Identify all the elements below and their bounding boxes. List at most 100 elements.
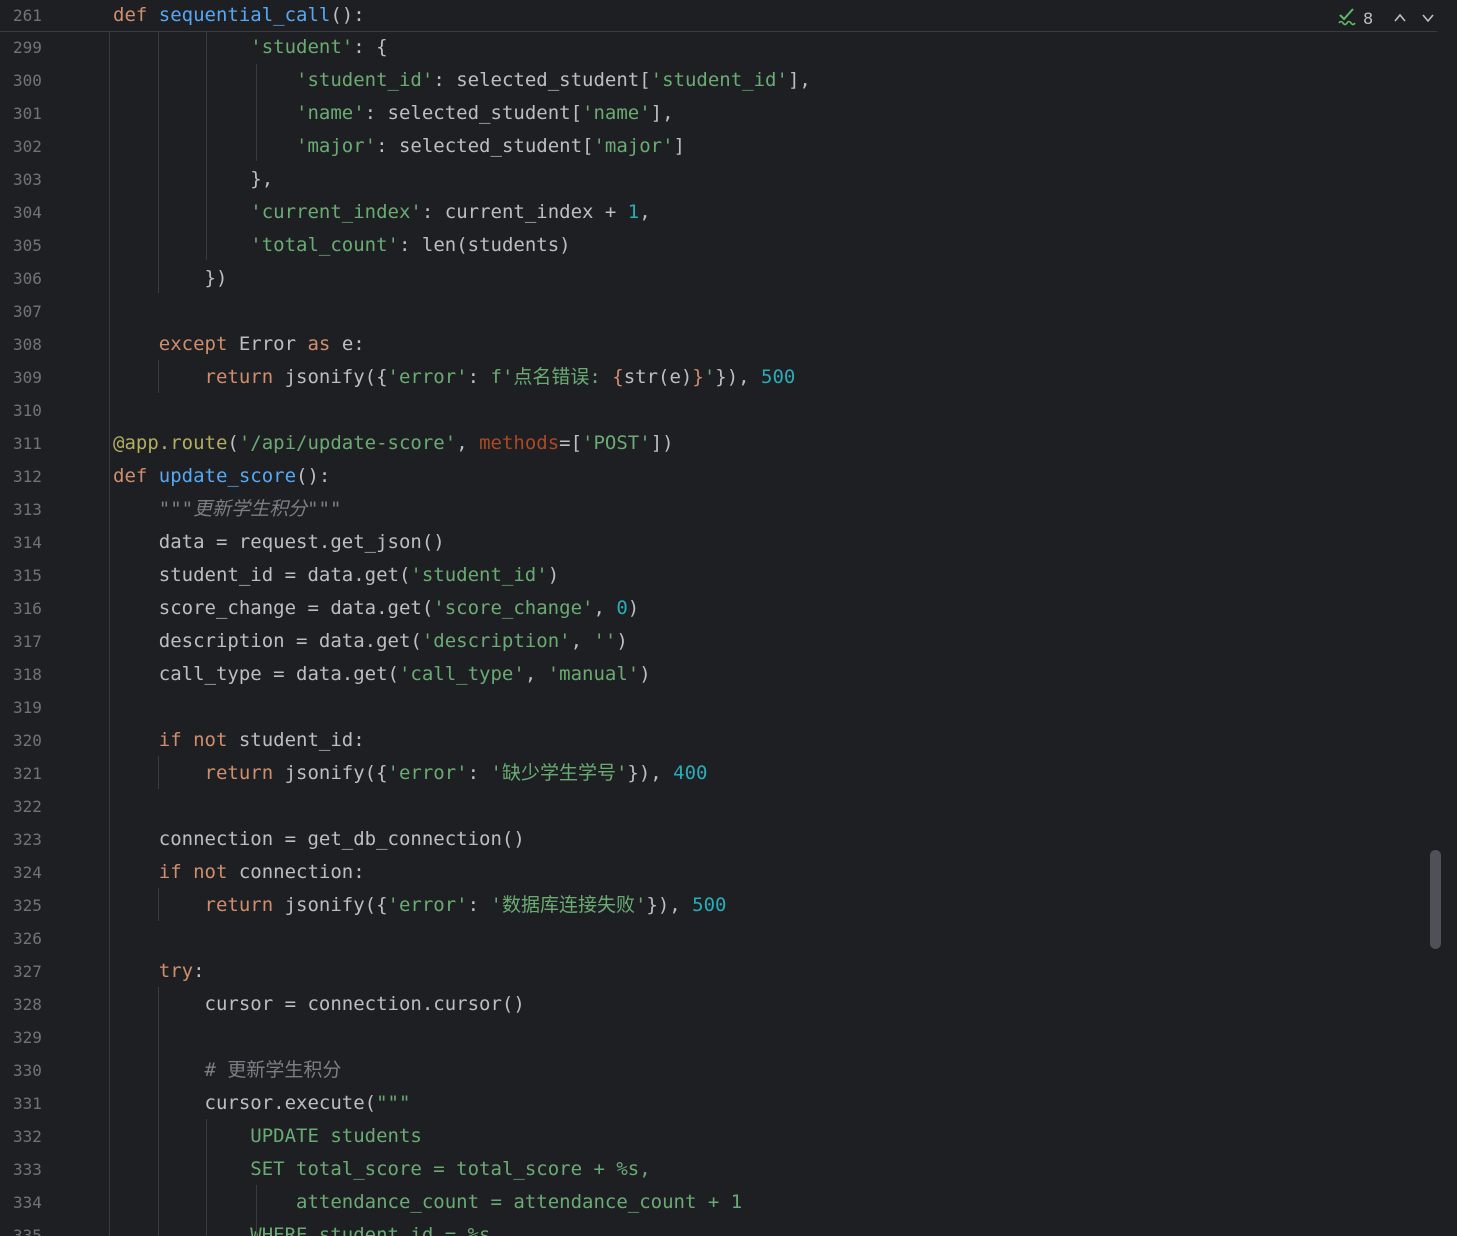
code-token: SET total_score = total_score + %s, bbox=[250, 1158, 651, 1180]
code-editor[interactable]: 299 'student': {300 'student_id': select… bbox=[0, 0, 1457, 1236]
line-number[interactable]: 334 bbox=[13, 1186, 73, 1219]
check-warning-icon[interactable] bbox=[1337, 6, 1357, 30]
line-number[interactable]: 332 bbox=[13, 1120, 73, 1153]
line-number[interactable]: 330 bbox=[13, 1054, 73, 1087]
line-number[interactable]: 331 bbox=[13, 1087, 73, 1120]
sticky-scope-header[interactable]: 261 def sequential_call(): bbox=[0, 0, 1437, 32]
code-line[interactable]: 307 bbox=[0, 295, 1420, 328]
code-line[interactable]: 306 }) bbox=[0, 262, 1420, 295]
code-line[interactable]: 330 # 更新学生积分 bbox=[0, 1054, 1420, 1087]
indent-guide bbox=[158, 987, 159, 1236]
line-number[interactable]: 301 bbox=[13, 97, 73, 130]
code-line[interactable]: 310 bbox=[0, 394, 1420, 427]
line-number[interactable]: 311 bbox=[13, 427, 73, 460]
line-number[interactable]: 324 bbox=[13, 856, 73, 889]
line-number[interactable]: 305 bbox=[13, 229, 73, 262]
code-line[interactable]: 318 call_type = data.get('call_type', 'm… bbox=[0, 658, 1420, 691]
line-number[interactable]: 299 bbox=[13, 31, 73, 64]
code-token: 'error' bbox=[387, 762, 468, 784]
line-number[interactable]: 316 bbox=[13, 592, 73, 625]
code-line[interactable]: 320 if not student_id: bbox=[0, 724, 1420, 757]
line-number[interactable]: 322 bbox=[13, 790, 73, 823]
code-text: UPDATE students bbox=[113, 1120, 422, 1153]
chevron-down-icon bbox=[1422, 14, 1434, 23]
code-line[interactable]: 334 attendance_count = attendance_count … bbox=[0, 1186, 1420, 1219]
next-highlight-button[interactable] bbox=[1417, 7, 1439, 29]
code-line[interactable]: 312 def update_score(): bbox=[0, 460, 1420, 493]
code-line[interactable]: 327 try: bbox=[0, 955, 1420, 988]
code-text: SET total_score = total_score + %s, bbox=[113, 1153, 651, 1186]
code-line[interactable]: 311 @app.route('/api/update-score', metho… bbox=[0, 427, 1420, 460]
line-number[interactable]: 325 bbox=[13, 889, 73, 922]
line-number[interactable]: 300 bbox=[13, 64, 73, 97]
line-number[interactable]: 302 bbox=[13, 130, 73, 163]
vertical-scrollbar-track[interactable] bbox=[1443, 0, 1457, 1236]
code-line[interactable]: 335 WHERE student_id = %s bbox=[0, 1219, 1420, 1236]
line-number[interactable]: 310 bbox=[13, 394, 73, 427]
previous-highlight-button[interactable] bbox=[1389, 7, 1411, 29]
line-number[interactable]: 303 bbox=[13, 163, 73, 196]
code-line[interactable]: 313 """更新学生积分""" bbox=[0, 493, 1420, 526]
line-number[interactable]: 307 bbox=[13, 295, 73, 328]
code-line[interactable]: 300 'student_id': selected_student['stud… bbox=[0, 64, 1420, 97]
code-line[interactable]: 333 SET total_score = total_score + %s, bbox=[0, 1153, 1420, 1186]
code-line[interactable]: 319 bbox=[0, 691, 1420, 724]
code-line[interactable]: 305 'total_count': len(students) bbox=[0, 229, 1420, 262]
line-number[interactable]: 308 bbox=[13, 328, 73, 361]
code-line[interactable]: 321 return jsonify({'error': '缺少学生学号'}),… bbox=[0, 757, 1420, 790]
code-line[interactable]: 324 if not connection: bbox=[0, 856, 1420, 889]
code-line[interactable]: 309 return jsonify({'error': f'点名错误: {st… bbox=[0, 361, 1420, 394]
code-token: : len(students) bbox=[399, 234, 571, 256]
code-line[interactable]: 317 description = data.get('description'… bbox=[0, 625, 1420, 658]
line-number[interactable]: 320 bbox=[13, 724, 73, 757]
line-number[interactable]: 319 bbox=[13, 691, 73, 724]
line-number[interactable]: 323 bbox=[13, 823, 73, 856]
code-text: 'student': { bbox=[113, 31, 387, 64]
line-number[interactable]: 309 bbox=[13, 361, 73, 394]
code-line[interactable]: 299 'student': { bbox=[0, 31, 1420, 64]
code-line[interactable]: 314 data = request.get_json() bbox=[0, 526, 1420, 559]
line-number[interactable]: 321 bbox=[13, 757, 73, 790]
code-line[interactable]: 322 bbox=[0, 790, 1420, 823]
line-number[interactable]: 333 bbox=[13, 1153, 73, 1186]
code-line[interactable]: 332 UPDATE students bbox=[0, 1120, 1420, 1153]
line-number[interactable]: 335 bbox=[13, 1219, 73, 1236]
code-line[interactable]: 303 }, bbox=[0, 163, 1420, 196]
code-line[interactable]: 323 connection = get_db_connection() bbox=[0, 823, 1420, 856]
code-line[interactable]: 329 bbox=[0, 1021, 1420, 1054]
code-line[interactable]: 316 score_change = data.get('score_chang… bbox=[0, 592, 1420, 625]
line-number[interactable]: 313 bbox=[13, 493, 73, 526]
vertical-scrollbar-thumb[interactable] bbox=[1430, 850, 1441, 949]
code-line[interactable]: 328 cursor = connection.cursor() bbox=[0, 988, 1420, 1021]
line-number[interactable]: 318 bbox=[13, 658, 73, 691]
line-number[interactable]: 329 bbox=[13, 1021, 73, 1054]
code-line[interactable]: 326 bbox=[0, 922, 1420, 955]
code-token: e: bbox=[330, 333, 365, 355]
code-line[interactable]: 308 except Error as e: bbox=[0, 328, 1420, 361]
line-number[interactable]: 312 bbox=[13, 460, 73, 493]
code-token: ) bbox=[616, 630, 628, 652]
line-number[interactable]: 327 bbox=[13, 955, 73, 988]
line-number[interactable]: 304 bbox=[13, 196, 73, 229]
code-token: =[ bbox=[559, 432, 583, 454]
code-line[interactable]: 325 return jsonify({'error': '数据库连接失败'})… bbox=[0, 889, 1420, 922]
line-number[interactable]: 314 bbox=[13, 526, 73, 559]
line-number[interactable]: 328 bbox=[13, 988, 73, 1021]
code-line[interactable]: 301 'name': selected_student['name'], bbox=[0, 97, 1420, 130]
code-token: ], bbox=[787, 69, 811, 91]
code-token: return bbox=[204, 894, 274, 916]
code-line[interactable]: 304 'current_index': current_index + 1, bbox=[0, 196, 1420, 229]
line-number[interactable]: 306 bbox=[13, 262, 73, 295]
code-text: try: bbox=[113, 955, 205, 988]
inspection-widget[interactable]: 8 bbox=[1337, 6, 1439, 30]
code-line[interactable]: 302 'major': selected_student['major'] bbox=[0, 130, 1420, 163]
code-text: @app.route('/api/update-score', methods=… bbox=[113, 427, 674, 460]
code-line[interactable]: 331 cursor.execute(""" bbox=[0, 1087, 1420, 1120]
line-number[interactable]: 315 bbox=[13, 559, 73, 592]
line-number[interactable]: 326 bbox=[13, 922, 73, 955]
line-number[interactable]: 317 bbox=[13, 625, 73, 658]
code-line[interactable]: 315 student_id = data.get('student_id') bbox=[0, 559, 1420, 592]
